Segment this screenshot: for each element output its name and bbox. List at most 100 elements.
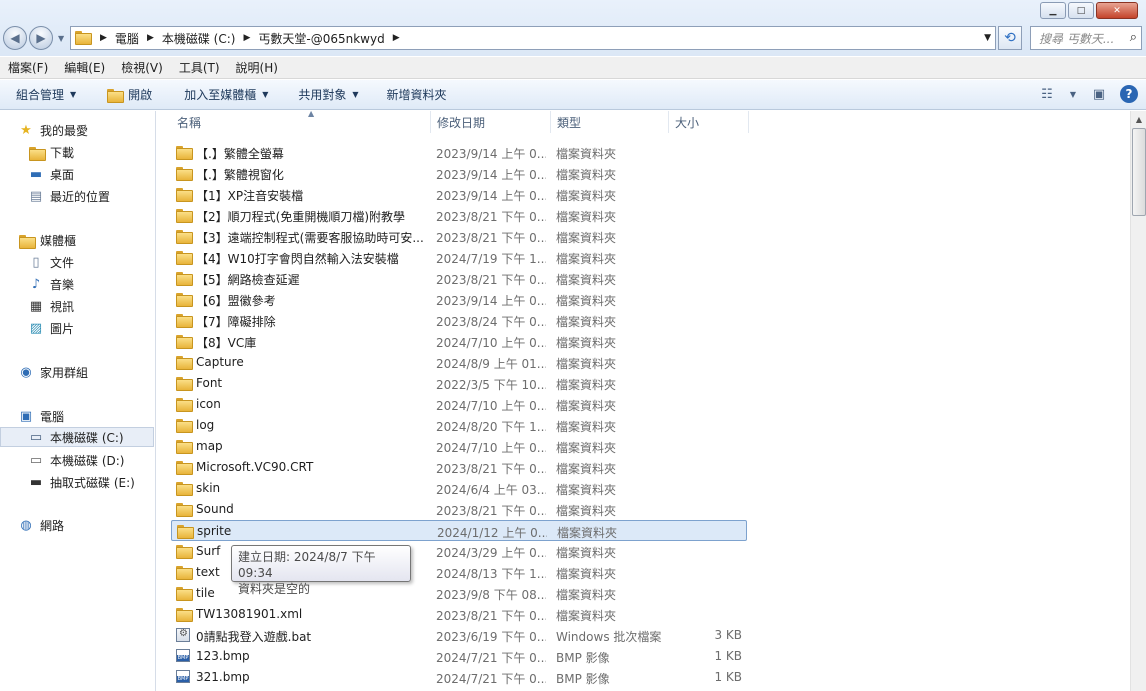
sidebar-item-downloads[interactable]: 下載	[28, 142, 74, 162]
sidebar-item-libraries[interactable]: 媒體櫃	[18, 230, 76, 250]
menu-view[interactable]: 檢視(V)	[121, 59, 163, 76]
back-button[interactable]: ◀	[3, 26, 27, 50]
file-row[interactable]: 【8】VC庫 2024/7/10 上午 0... 檔案資料夾	[171, 331, 747, 352]
sidebar-item-pictures[interactable]: ▨ 圖片	[28, 318, 74, 338]
sidebar-item-network[interactable]: ◍ 網路	[18, 515, 64, 535]
breadcrumb-computer[interactable]: 電腦	[115, 30, 139, 47]
file-name: Microsoft.VC90.CRT	[196, 460, 314, 474]
file-row[interactable]: Font 2022/3/5 下午 10... 檔案資料夾	[171, 373, 747, 394]
change-view-icon[interactable]: ☷	[1036, 84, 1058, 104]
close-button[interactable]: ✕	[1096, 2, 1138, 19]
file-row[interactable]: Microsoft.VC90.CRT 2023/8/21 下午 0... 檔案資料夾	[171, 457, 747, 478]
file-row[interactable]: 【7】障礙排除 2023/8/24 下午 0... 檔案資料夾	[171, 310, 747, 331]
breadcrumb-arrow-icon[interactable]: ▶	[393, 33, 400, 43]
sidebar-item-drive-d[interactable]: ▭ 本機磁碟 (D:)	[28, 450, 125, 470]
breadcrumb-current-folder[interactable]: 丐數天堂-@065nkwyd	[258, 30, 384, 47]
help-icon[interactable]: ?	[1120, 85, 1138, 103]
file-row[interactable]: 【4】W10打字會閃自然輸入法安裝檔 2024/7/19 下午 1... 檔案資料夾	[171, 247, 747, 268]
column-header-size[interactable]: 大小	[669, 111, 749, 133]
scroll-up-icon[interactable]: ▲	[1131, 111, 1146, 127]
preview-pane-icon[interactable]: ▣	[1088, 84, 1110, 104]
file-date: 2024/7/10 上午 0...	[436, 336, 546, 350]
file-type: 檔案資料夾	[556, 504, 617, 518]
file-row[interactable]: 【1】XP注音安裝檔 2023/9/14 上午 0... 檔案資料夾	[171, 184, 747, 205]
folder-icon	[176, 397, 193, 412]
chevron-down-icon: ▼	[70, 90, 77, 99]
sidebar-item-favorites[interactable]: ★ 我的最愛	[18, 120, 88, 140]
file-row[interactable]: 【6】盟徽參考 2023/9/14 上午 0... 檔案資料夾	[171, 289, 747, 310]
file-row[interactable]: map 2024/7/10 上午 0... 檔案資料夾	[171, 436, 747, 457]
sidebar-item-recent[interactable]: ▤ 最近的位置	[28, 186, 110, 206]
sidebar-label: 網路	[40, 518, 65, 533]
file-row[interactable]: 0請點我登入遊戲.bat 2023/6/19 下午 0... Windows 批次檔…	[171, 625, 747, 646]
file-type: 檔案資料夾	[556, 483, 617, 497]
sort-ascending-icon: ▲	[308, 109, 315, 118]
scrollbar-thumb[interactable]	[1132, 128, 1146, 216]
menu-tools[interactable]: 工具(T)	[179, 59, 220, 76]
file-row[interactable]: sprite 2024/1/12 上午 0... 檔案資料夾	[171, 520, 747, 541]
column-header-date[interactable]: 修改日期	[431, 111, 551, 133]
file-row[interactable]: 【5】網路檢查延遲 2023/8/21 下午 0... 檔案資料夾	[171, 268, 747, 289]
file-row[interactable]: skin 2024/6/4 上午 03... 檔案資料夾	[171, 478, 747, 499]
column-header-name[interactable]: ▲ 名稱	[171, 109, 431, 133]
file-name: 123.bmp	[196, 649, 250, 663]
organize-button[interactable]: 組合管理 ▼	[8, 84, 84, 106]
file-row[interactable]: BMP 123.bmp 2024/7/21 下午 0... BMP 影像 1 KB	[171, 646, 747, 667]
file-date: 2023/8/21 下午 0...	[436, 231, 546, 245]
open-button[interactable]: 開啟	[98, 84, 160, 106]
file-row[interactable]: Capture 2024/8/9 上午 01... 檔案資料夾	[171, 352, 747, 373]
file-type: 檔案資料夾	[556, 546, 617, 560]
sidebar-item-music[interactable]: ♪ 音樂	[28, 274, 74, 294]
refresh-button[interactable]: ⟲	[998, 26, 1022, 50]
file-date: 2023/9/14 上午 0...	[436, 294, 546, 308]
file-row[interactable]: icon 2024/7/10 上午 0... 檔案資料夾	[171, 394, 747, 415]
file-row[interactable]: TW13081901.xml 2023/8/21 下午 0... 檔案資料夾	[171, 604, 747, 625]
breadcrumb-drive-c[interactable]: 本機磁碟 (C:)	[162, 30, 236, 47]
menu-help[interactable]: 說明(H)	[236, 59, 278, 76]
file-name: 【.】繁體全螢幕	[196, 147, 284, 161]
minimize-button[interactable]: ▁	[1040, 2, 1066, 19]
breadcrumb-arrow-icon[interactable]: ▶	[100, 33, 107, 43]
tooltip-empty: 資料夾是空的	[238, 582, 311, 596]
sidebar-item-computer[interactable]: ▣ 電腦	[18, 406, 64, 426]
file-row[interactable]: log 2024/8/20 下午 1... 檔案資料夾	[171, 415, 747, 436]
recent-pages-dropdown[interactable]: ▼	[58, 34, 64, 43]
removable-drive-icon: ▬	[29, 474, 43, 490]
menu-bar: 檔案(F) 編輯(E) 檢視(V) 工具(T) 說明(H)	[0, 57, 1146, 79]
sidebar-item-desktop[interactable]: ▬ 桌面	[28, 164, 74, 184]
new-folder-button[interactable]: 新增資料夾	[379, 84, 455, 106]
breadcrumb-arrow-icon[interactable]: ▶	[147, 33, 154, 43]
sidebar-item-documents[interactable]: ▯ 文件	[28, 252, 74, 272]
address-bar[interactable]: ▶ 電腦 ▶ 本機磁碟 (C:) ▶ 丐數天堂-@065nkwyd ▶ ▼	[70, 26, 996, 50]
navigation-pane: ★ 我的最愛 下載 ▬ 桌面 ▤ 最近的位置 媒體櫃 ▯ 文件 ♪ 音樂 ▦ 視…	[0, 111, 156, 691]
sidebar-item-drive-e[interactable]: ▬ 抽取式磁碟 (E:)	[28, 472, 135, 492]
file-type: 檔案資料夾	[556, 609, 617, 623]
vertical-scrollbar[interactable]: ▲	[1130, 111, 1146, 691]
file-row[interactable]: 【.】繁體全螢幕 2023/9/14 上午 0... 檔案資料夾	[171, 142, 747, 163]
sidebar-label: 抽取式磁碟 (E:)	[50, 475, 135, 490]
sidebar-item-drive-c[interactable]: ▭ 本機磁碟 (C:)	[0, 427, 154, 447]
folder-icon	[176, 439, 193, 454]
file-date: 2024/3/29 上午 0...	[436, 546, 546, 560]
file-row[interactable]: 【3】遠端控制程式(需要客服協助時可安... 2023/8/21 下午 0... 檔…	[171, 226, 747, 247]
search-input[interactable]: 搜尋 丐數天... ⌕	[1030, 26, 1142, 50]
network-icon: ◍	[20, 517, 32, 533]
share-with-button[interactable]: 共用對象 ▼	[290, 84, 366, 106]
maximize-button[interactable]: □	[1068, 2, 1094, 19]
menu-edit[interactable]: 編輯(E)	[64, 59, 105, 76]
sidebar-item-videos[interactable]: ▦ 視訊	[28, 296, 74, 316]
menu-file[interactable]: 檔案(F)	[8, 59, 48, 76]
file-row[interactable]: 【.】繁體視窗化 2023/9/14 上午 0... 檔案資料夾	[171, 163, 747, 184]
search-icon[interactable]: ⌕	[1130, 30, 1137, 45]
address-dropdown-icon[interactable]: ▼	[984, 33, 991, 43]
view-dropdown-icon[interactable]: ▼	[1068, 84, 1078, 104]
file-row[interactable]: 【2】順刀程式(免重開機順刀檔)附教學 2023/8/21 下午 0... 檔案資料…	[171, 205, 747, 226]
file-row[interactable]: BMP 321.bmp 2024/7/21 下午 0... BMP 影像 1 KB	[171, 667, 747, 688]
file-row[interactable]: Sound 2023/8/21 下午 0... 檔案資料夾	[171, 499, 747, 520]
column-header-type[interactable]: 類型	[551, 111, 669, 133]
sidebar-label: 視訊	[50, 299, 75, 314]
breadcrumb-arrow-icon[interactable]: ▶	[243, 33, 250, 43]
sidebar-item-homegroup[interactable]: ◉ 家用群組	[18, 362, 88, 382]
forward-button[interactable]: ▶	[29, 26, 53, 50]
add-to-library-button[interactable]: 加入至媒體櫃 ▼	[176, 84, 276, 106]
